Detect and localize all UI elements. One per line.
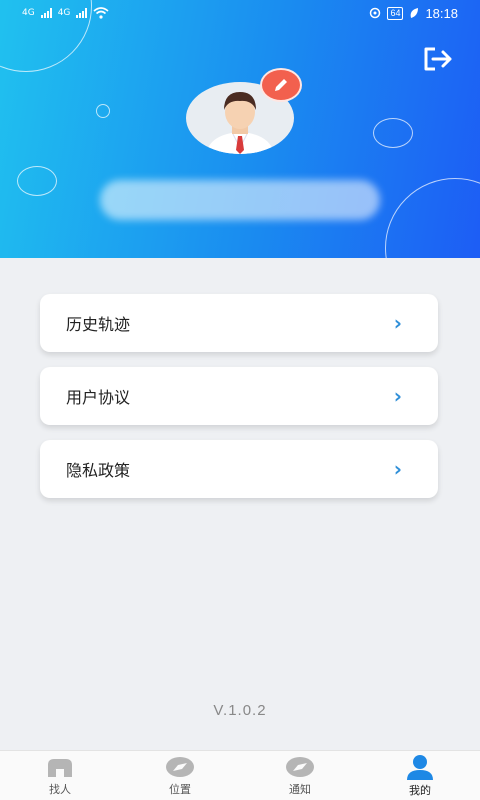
username-obscured (100, 180, 380, 220)
decorative-circle (385, 178, 480, 258)
decorative-circle (373, 118, 413, 148)
menu-item-label: 历史轨迹 (66, 315, 131, 334)
status-bar: 4G 4G 64 18:18 (0, 0, 480, 26)
tab-notifications[interactable]: 通知 (240, 751, 360, 800)
location-icon (370, 7, 381, 19)
network-type-2: 4G (57, 8, 71, 18)
logout-icon (424, 47, 452, 71)
user-icon (407, 754, 433, 780)
decorative-circle (17, 166, 57, 196)
tab-location[interactable]: 位置 (120, 751, 240, 800)
menu-item-privacy-policy[interactable]: 隐私政策 › (40, 440, 438, 498)
tab-label: 找人 (49, 782, 71, 796)
chevron-right-icon: › (393, 311, 402, 335)
compass-icon (286, 756, 314, 777)
menu-item-label: 用户协议 (66, 388, 131, 407)
leaf-icon (411, 8, 419, 18)
status-right: 64 18:18 (369, 6, 458, 21)
wifi-icon (93, 7, 109, 19)
chevron-right-icon: › (393, 457, 402, 481)
bottom-tab-bar: 找人 位置 通知 我的 (0, 750, 480, 800)
decorative-circle (96, 104, 110, 118)
menu-item-user-agreement[interactable]: 用户协议 › (40, 367, 438, 425)
menu-list: 历史轨迹 › 用户协议 › 隐私政策 › (40, 294, 438, 513)
status-left: 4G 4G (22, 7, 109, 19)
home-icon (48, 758, 72, 777)
signal-icon (76, 8, 88, 18)
menu-item-history[interactable]: 历史轨迹 › (40, 294, 438, 352)
pencil-icon (275, 79, 287, 91)
signal-icon (40, 8, 52, 18)
network-type-1: 4G (22, 8, 35, 18)
profile-header (0, 0, 480, 258)
tab-label: 通知 (289, 782, 311, 796)
battery-indicator: 64 (387, 6, 404, 20)
avatar-container[interactable] (186, 68, 302, 154)
logout-button[interactable] (420, 44, 456, 74)
edit-profile-button[interactable] (260, 68, 302, 102)
tab-find-people[interactable]: 找人 (0, 751, 120, 800)
tab-label: 我的 (409, 783, 431, 797)
clock: 18:18 (425, 5, 458, 21)
tab-mine[interactable]: 我的 (360, 751, 480, 800)
tab-label: 位置 (169, 782, 191, 796)
app-version: V.1.0.2 (213, 702, 267, 719)
menu-item-label: 隐私政策 (66, 461, 131, 480)
chevron-right-icon: › (393, 384, 402, 408)
compass-icon (166, 756, 194, 777)
